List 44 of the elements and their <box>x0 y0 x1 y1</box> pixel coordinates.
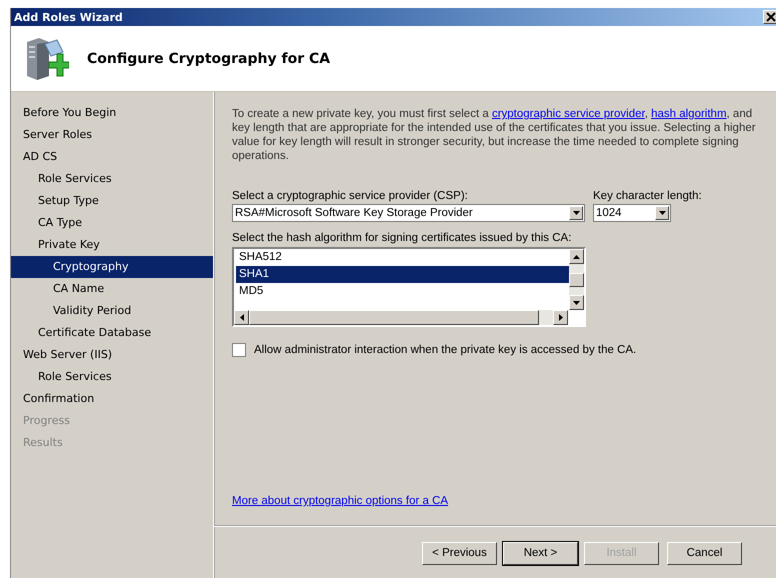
help-link[interactable]: hash algorithm <box>651 108 727 120</box>
page-title: Configure Cryptography for CA <box>87 50 330 66</box>
key-length-dropdown[interactable]: 1024 <box>593 204 671 222</box>
list-item[interactable]: SHA1 <box>236 266 569 283</box>
step-item[interactable]: Setup Type <box>11 190 213 212</box>
scroll-down-icon <box>573 300 580 304</box>
key-length-label: Key character length: <box>593 190 702 202</box>
scroll-right-icon <box>558 314 562 321</box>
step-item[interactable]: Cryptography <box>11 256 213 278</box>
wizard-button[interactable]: < Previous <box>422 542 497 564</box>
checkbox[interactable] <box>232 343 246 357</box>
step-item[interactable]: AD CS <box>11 146 213 168</box>
help-link[interactable]: cryptographic service provider <box>492 108 645 120</box>
horizontal-scrollbar[interactable] <box>234 310 568 325</box>
hash-label: Select the hash algorithm for signing certificates issued by this CA: <box>232 232 572 244</box>
step-item[interactable]: Before You Begin <box>11 102 213 124</box>
step-item[interactable]: Certificate Database <box>11 322 213 344</box>
step-item[interactable]: Server Roles <box>11 124 213 146</box>
scroll-left-icon <box>240 314 244 321</box>
csp-label: Select a cryptographic service provider (CSP): <box>232 190 469 202</box>
step-item[interactable]: Private Key <box>11 234 213 256</box>
checkbox-label: Allow administrator interaction when the private key is accessed by the CA. <box>254 344 636 356</box>
hash-list[interactable]: SHA512 SHA1 MD5 <box>232 247 586 327</box>
list-item[interactable]: SHA512 <box>236 249 569 266</box>
step-item[interactable]: CA Type <box>11 212 213 234</box>
step-item[interactable]: Confirmation <box>11 388 213 410</box>
step-item[interactable]: Validity Period <box>11 300 213 322</box>
csp-dropdown[interactable]: RSA#Microsoft Software Key Storage Provider <box>232 204 585 222</box>
wizard-button[interactable]: Next > <box>503 542 578 564</box>
window-title: Add Roles Wizard <box>13 10 123 24</box>
step-item[interactable]: Web Server (IIS) <box>11 344 213 366</box>
dropdown-arrow-icon <box>572 211 580 215</box>
close-icon <box>766 12 776 22</box>
list-item[interactable]: MD5 <box>236 283 569 300</box>
step-item[interactable]: CA Name <box>11 278 213 300</box>
description-text: To create a new private key, you must first select a cryptographic service provider, hash algorithm, and key length that are appropriate for the intended use of the certificates that you issue. Selecting a higher value for key length will result in stronger security, but increase the time needed to complete signing operations. <box>232 107 757 163</box>
scroll-up-icon <box>573 254 580 258</box>
close-button[interactable] <box>763 10 776 24</box>
more-info-link[interactable]: More about cryptographic options for a CA <box>232 495 448 507</box>
dropdown-arrow-icon <box>658 211 666 215</box>
step-item[interactable]: Role Services <box>11 366 213 388</box>
step-item[interactable]: Role Services <box>11 168 213 190</box>
vertical-scrollbar[interactable] <box>569 249 584 310</box>
wizard-button[interactable]: Cancel <box>667 542 742 564</box>
